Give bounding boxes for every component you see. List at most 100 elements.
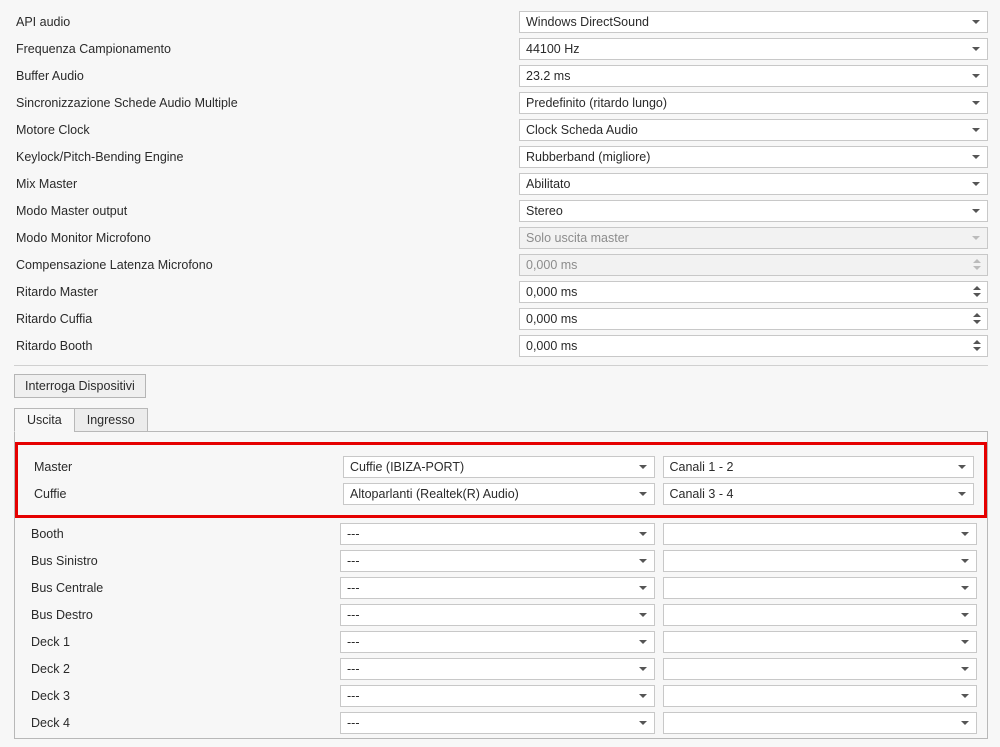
tab-input[interactable]: Ingresso (74, 408, 148, 432)
setting-label: Ritardo Master (14, 285, 519, 299)
setting-numeric[interactable]: 0,000 ms (519, 335, 988, 357)
routing-channel-select[interactable]: Canali 3 - 4 (663, 483, 975, 505)
routing-channel-select[interactable] (663, 712, 978, 734)
routing-channel-select[interactable]: Canali 1 - 2 (663, 456, 975, 478)
chevron-down-icon (961, 532, 969, 536)
chevron-down-icon (961, 667, 969, 671)
setting-select[interactable]: Stereo (519, 200, 988, 222)
setting-select[interactable]: 23.2 ms (519, 65, 988, 87)
setting-label: Sincronizzazione Schede Audio Multiple (14, 96, 519, 110)
divider (14, 365, 988, 366)
routing-row: Bus Destro--- (25, 601, 977, 628)
setting-label: Modo Monitor Microfono (14, 231, 519, 245)
routing-channel-select[interactable] (663, 523, 978, 545)
highlight-box: MasterCuffie (IBIZA-PORT) Canali 1 - 2 Cuf… (15, 442, 987, 518)
setting-row: Motore ClockClock Scheda Audio (14, 116, 988, 143)
setting-row: Modo Master outputStereo (14, 197, 988, 224)
setting-row: Ritardo Cuffia0,000 ms (14, 305, 988, 332)
chevron-down-icon (958, 465, 966, 469)
spinner-icon (970, 257, 984, 273)
routing-row: Booth--- (25, 520, 977, 547)
routing-device-select[interactable]: --- (340, 658, 655, 680)
setting-select[interactable]: 44100 Hz (519, 38, 988, 60)
routing-device-select[interactable]: --- (340, 712, 655, 734)
chevron-down-icon (639, 559, 647, 563)
setting-label: Ritardo Booth (14, 339, 519, 353)
setting-row: Modo Monitor MicrofonoSolo uscita master (14, 224, 988, 251)
routing-device-select[interactable]: Cuffie (IBIZA-PORT) (343, 456, 655, 478)
chevron-down-icon (972, 20, 980, 24)
setting-row: Keylock/Pitch-Bending EngineRubberband (… (14, 143, 988, 170)
chevron-down-icon (972, 74, 980, 78)
setting-row: Mix MasterAbilitato (14, 170, 988, 197)
tabs-container: Uscita Ingresso (14, 408, 988, 432)
chevron-down-icon (961, 586, 969, 590)
routing-label: Deck 4 (25, 716, 340, 730)
chevron-down-icon (639, 586, 647, 590)
routing-device-select[interactable]: --- (340, 685, 655, 707)
routing-label: Cuffie (28, 487, 343, 501)
routing-channel-select[interactable] (663, 577, 978, 599)
routing-label: Bus Destro (25, 608, 340, 622)
setting-row: Ritardo Master0,000 ms (14, 278, 988, 305)
setting-select[interactable]: Windows DirectSound (519, 11, 988, 33)
setting-row: Buffer Audio23.2 ms (14, 62, 988, 89)
chevron-down-icon (972, 128, 980, 132)
routing-device-select[interactable]: Altoparlanti (Realtek(R) Audio) (343, 483, 655, 505)
routing-channel-select[interactable] (663, 658, 978, 680)
setting-label: Modo Master output (14, 204, 519, 218)
routing-row: Deck 4--- (25, 709, 977, 736)
routing-device-select[interactable]: --- (340, 577, 655, 599)
setting-label: Frequenza Campionamento (14, 42, 519, 56)
routing-device-select[interactable]: --- (340, 631, 655, 653)
chevron-down-icon (972, 155, 980, 159)
setting-row: Frequenza Campionamento44100 Hz (14, 35, 988, 62)
routing-label: Deck 1 (25, 635, 340, 649)
chevron-down-icon (972, 209, 980, 213)
setting-label: Buffer Audio (14, 69, 519, 83)
chevron-down-icon (639, 532, 647, 536)
chevron-down-icon (639, 721, 647, 725)
routing-label: Master (28, 460, 343, 474)
routing-channel-select[interactable] (663, 631, 978, 653)
routing-channel-select[interactable] (663, 685, 978, 707)
routing-device-select[interactable]: --- (340, 523, 655, 545)
setting-select[interactable]: Clock Scheda Audio (519, 119, 988, 141)
setting-label: Compensazione Latenza Microfono (14, 258, 519, 272)
routing-row: MasterCuffie (IBIZA-PORT) Canali 1 - 2 (28, 453, 974, 480)
chevron-down-icon (639, 613, 647, 617)
routing-label: Deck 3 (25, 689, 340, 703)
chevron-down-icon (958, 492, 966, 496)
routing-row: Deck 3--- (25, 682, 977, 709)
query-devices-button[interactable]: Interroga Dispositivi (14, 374, 146, 398)
spinner-icon (970, 284, 984, 300)
setting-numeric[interactable]: 0,000 ms (519, 308, 988, 330)
routing-label: Bus Centrale (25, 581, 340, 595)
setting-label: Ritardo Cuffia (14, 312, 519, 326)
setting-row: API audioWindows DirectSound (14, 8, 988, 35)
routing-row: Bus Sinistro--- (25, 547, 977, 574)
spinner-icon (970, 311, 984, 327)
setting-select[interactable]: Abilitato (519, 173, 988, 195)
routing-label: Booth (25, 527, 340, 541)
chevron-down-icon (961, 559, 969, 563)
chevron-down-icon (639, 465, 647, 469)
routing-label: Bus Sinistro (25, 554, 340, 568)
setting-numeric[interactable]: 0,000 ms (519, 281, 988, 303)
settings-container: API audioWindows DirectSoundFrequenza Ca… (14, 8, 988, 359)
tab-output[interactable]: Uscita (14, 408, 75, 432)
chevron-down-icon (972, 47, 980, 51)
setting-select[interactable]: Predefinito (ritardo lungo) (519, 92, 988, 114)
setting-select[interactable]: Rubberband (migliore) (519, 146, 988, 168)
routing-channel-select[interactable] (663, 604, 978, 626)
routing-device-select[interactable]: --- (340, 604, 655, 626)
setting-row: Sincronizzazione Schede Audio MultiplePr… (14, 89, 988, 116)
routing-row: Deck 1--- (25, 628, 977, 655)
setting-label: API audio (14, 15, 519, 29)
chevron-down-icon (972, 236, 980, 240)
chevron-down-icon (639, 667, 647, 671)
routing-device-select[interactable]: --- (340, 550, 655, 572)
chevron-down-icon (972, 182, 980, 186)
routing-row: Bus Centrale--- (25, 574, 977, 601)
routing-channel-select[interactable] (663, 550, 978, 572)
